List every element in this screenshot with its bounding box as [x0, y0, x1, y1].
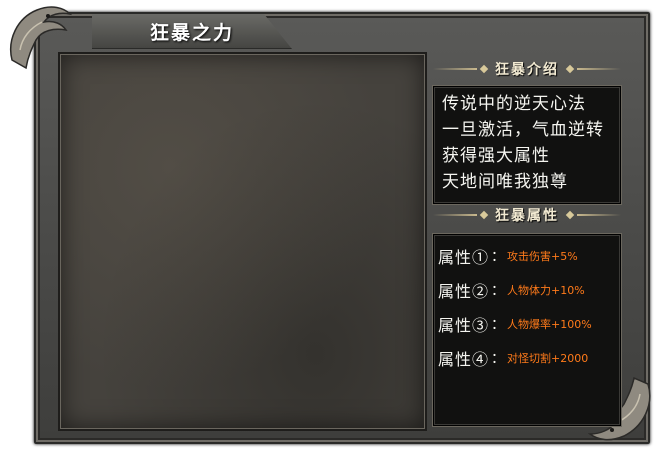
attribute-row: 属性④ ： 对怪切割+2000 [434, 341, 620, 375]
attributes-box: 属性① ： 攻击伤害+5% 属性② ： 人物体力+10% 属性③ ： 人物爆率+… [433, 234, 621, 426]
intro-line: 获得强大属性 [442, 146, 550, 166]
attribute-value: 人物体力+10% [507, 284, 585, 297]
window-title: 狂暴之力 [150, 22, 235, 44]
info-column: 狂暴介绍 传说中的逆天心法 一旦激活，气血逆转 获得强大属性 天地间唯我独尊 狂… [427, 52, 627, 427]
intro-line: 传说中的逆天心法 [442, 94, 586, 114]
attribute-value: 对怪切割+2000 [507, 352, 589, 365]
diamond-icon [479, 64, 489, 74]
attribute-separator: ： [491, 249, 506, 265]
attribute-row: 属性③ ： 人物爆率+100% [434, 307, 620, 341]
attribute-key: 属性① [438, 248, 490, 267]
divider-line [433, 68, 477, 70]
attribute-separator: ： [491, 351, 506, 367]
intro-box: 传说中的逆天心法 一旦激活，气血逆转 获得强大属性 天地间唯我独尊 [433, 86, 621, 204]
attribute-separator: ： [491, 317, 506, 333]
attributes-header-label: 狂暴属性 [495, 208, 559, 224]
intro-header: 狂暴介绍 [427, 56, 627, 82]
attribute-row: 属性① ： 攻击伤害+5% [434, 239, 620, 273]
attribute-value: 人物爆率+100% [507, 318, 592, 331]
intro-line: 一旦激活，气血逆转 [442, 120, 604, 140]
attributes-header: 狂暴属性 [427, 202, 627, 228]
intro-header-label: 狂暴介绍 [495, 62, 559, 78]
attribute-key: 属性④ [438, 350, 490, 369]
diamond-icon [479, 210, 489, 220]
attribute-key: 属性③ [438, 316, 490, 335]
preview-panel [58, 52, 427, 431]
divider-line [433, 214, 477, 216]
diamond-icon [565, 210, 575, 220]
attribute-row: 属性② ： 人物体力+10% [434, 273, 620, 307]
intro-line: 天地间唯我独尊 [442, 172, 568, 192]
attribute-separator: ： [491, 283, 506, 299]
diamond-icon [565, 64, 575, 74]
divider-line [577, 214, 621, 216]
attribute-value: 攻击伤害+5% [507, 250, 578, 263]
attribute-key: 属性② [438, 282, 490, 301]
divider-line [577, 68, 621, 70]
